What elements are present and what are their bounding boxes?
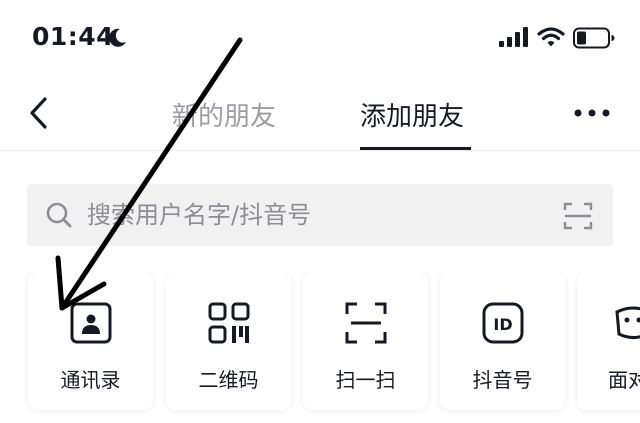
card-label-face-to-face: 面对面 — [608, 368, 640, 392]
scan-icon — [345, 302, 387, 344]
card-label-qr-code: 二维码 — [198, 368, 259, 392]
search-input[interactable] — [87, 192, 547, 238]
search-bar — [27, 184, 613, 246]
status-bar: 01:44 — [0, 0, 640, 76]
scan-icon[interactable] — [563, 201, 593, 231]
card-label-contacts: 通讯录 — [60, 368, 121, 392]
more-dots-icon[interactable] — [572, 107, 612, 119]
contacts-card[interactable]: 通讯录 — [28, 272, 153, 410]
tab-add-friends[interactable]: 添加朋友 — [360, 96, 464, 133]
card-label-douyin-id: 抖音号 — [472, 368, 533, 392]
qr-code-card[interactable]: 二维码 — [166, 272, 291, 410]
douyin-id-card[interactable]: ID 抖音号 — [440, 272, 565, 410]
contacts-icon — [70, 302, 112, 344]
face-to-face-icon — [615, 306, 640, 339]
search-icon — [46, 202, 72, 228]
cellular-signal-icon — [499, 27, 528, 47]
active-tab-indicator — [360, 147, 471, 150]
card-label-scan: 扫一扫 — [335, 368, 396, 392]
svg-text:ID: ID — [493, 315, 512, 334]
scan-card[interactable]: 扫一扫 — [303, 272, 428, 410]
battery-icon — [573, 27, 615, 49]
nav-bar: 新的朋友 添加朋友 — [0, 76, 640, 151]
qr-code-icon — [208, 302, 250, 344]
status-time: 01:44 — [32, 22, 115, 51]
wifi-icon — [537, 27, 565, 47]
moon-icon — [109, 28, 126, 47]
tab-new-friends[interactable]: 新的朋友 — [172, 96, 276, 133]
chevron-left-icon[interactable] — [24, 94, 54, 132]
face-to-face-card[interactable]: 面对面 — [577, 272, 640, 410]
action-cards: 通讯录 二维码 扫一扫 ID 抖音号 面对面 — [0, 272, 640, 423]
id-icon: ID — [482, 302, 524, 344]
